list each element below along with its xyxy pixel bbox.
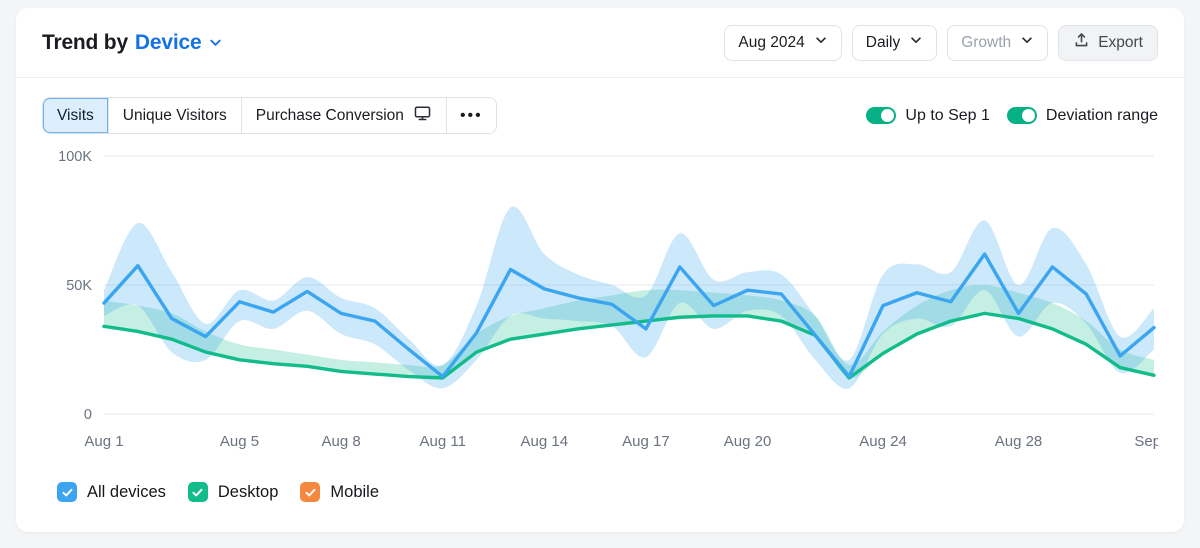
checkbox-desktop[interactable]	[187, 482, 208, 502]
export-button[interactable]: Export	[1058, 24, 1158, 61]
page-title-dimension[interactable]: Device	[135, 31, 202, 55]
toggle-up-to-sep-1-switch[interactable]	[866, 107, 897, 124]
tab-visits[interactable]: Visits	[43, 98, 109, 133]
chart-container: 100K 50K 0 Aug 1 Aug 5 Aug 8 Aug 11 Aug 14 Aug 1…	[16, 134, 1184, 472]
trend-line-chart: 100K 50K 0 Aug 1 Aug 5 Aug 8 Aug 11 Aug 14 Aug 1…	[58, 149, 1158, 450]
chart-legend: All devices Desktop Mobile	[16, 472, 1184, 502]
chevron-down-icon	[1020, 33, 1034, 52]
chart-toggles: Up to Sep 1 Deviation range	[866, 107, 1158, 125]
x-axis-tick-label: Aug 24	[859, 433, 907, 450]
period-dropdown[interactable]: Aug 2024	[724, 24, 842, 61]
granularity-dropdown[interactable]: Daily	[851, 24, 938, 61]
monitor-icon	[413, 104, 432, 128]
toggle-deviation-range-label: Deviation range	[1045, 106, 1158, 124]
legend-label-mobile: Mobile	[330, 482, 380, 501]
x-axis-tick-label: Aug 17	[622, 433, 670, 450]
tab-visits-label: Visits	[57, 106, 94, 124]
x-axis-tick-label: Aug 28	[995, 433, 1043, 450]
y-axis-tick-label: 50K	[66, 278, 92, 294]
x-axis-tick-label: Aug 8	[321, 433, 360, 450]
header-controls: Aug 2024 Daily Growth Export	[724, 24, 1158, 61]
chart-toolbar: Visits Unique Visitors Purchase Conversi…	[16, 78, 1184, 134]
page-title-prefix: Trend by	[42, 30, 128, 54]
toggle-up-to-sep-1-label: Up to Sep 1	[905, 106, 990, 124]
tab-unique-visitors[interactable]: Unique Visitors	[108, 98, 242, 133]
card-header: Trend by Device Aug 2024 Daily Growth Ex…	[16, 8, 1184, 78]
period-dropdown-label: Aug 2024	[738, 33, 805, 51]
granularity-dropdown-label: Daily	[865, 33, 901, 51]
x-axis-tick-label: Sep 1	[1134, 433, 1158, 450]
toggle-up-to-sep-1[interactable]: Up to Sep 1	[866, 107, 990, 125]
legend-item-mobile[interactable]: Mobile	[300, 482, 379, 502]
x-axis-tick-label: Aug 20	[724, 433, 772, 450]
trend-card: Trend by Device Aug 2024 Daily Growth Ex…	[16, 8, 1184, 532]
y-axis-tick-label: 0	[84, 407, 92, 423]
y-axis-tick-label: 100K	[58, 149, 92, 165]
toggle-deviation-range[interactable]: Deviation range	[1006, 106, 1158, 125]
page-title: Trend by Device	[42, 31, 223, 55]
more-metrics-button[interactable]: •••	[446, 98, 496, 133]
chevron-down-icon[interactable]	[208, 35, 223, 50]
legend-label-all-devices: All devices	[87, 482, 166, 501]
metric-tab-group: Visits Unique Visitors Purchase Conversi…	[42, 97, 497, 134]
x-axis-tick-label: Aug 14	[521, 433, 569, 450]
legend-item-all-devices[interactable]: All devices	[57, 482, 166, 502]
checkbox-mobile[interactable]	[300, 482, 321, 502]
x-axis-tick-label: Aug 5	[220, 433, 259, 450]
legend-label-desktop: Desktop	[217, 482, 279, 501]
growth-dropdown-label: Growth	[961, 33, 1012, 51]
toggle-deviation-range-switch[interactable]	[1006, 107, 1037, 124]
export-button-label: Export	[1098, 33, 1143, 51]
tab-purchase-conversion[interactable]: Purchase Conversion	[241, 98, 447, 133]
x-axis-tick-label: Aug 11	[419, 433, 465, 450]
tab-purchase-conversion-label: Purchase Conversion	[255, 106, 404, 124]
legend-item-desktop[interactable]: Desktop	[187, 482, 279, 502]
growth-dropdown[interactable]: Growth	[947, 24, 1049, 61]
chevron-down-icon	[909, 33, 923, 52]
export-upload-icon	[1073, 32, 1090, 54]
ellipsis-icon: •••	[459, 106, 483, 124]
chevron-down-icon	[814, 33, 828, 52]
x-axis-tick-label: Aug 1	[84, 433, 123, 450]
tab-unique-visitors-label: Unique Visitors	[122, 106, 227, 124]
checkbox-all-devices[interactable]	[57, 482, 77, 502]
